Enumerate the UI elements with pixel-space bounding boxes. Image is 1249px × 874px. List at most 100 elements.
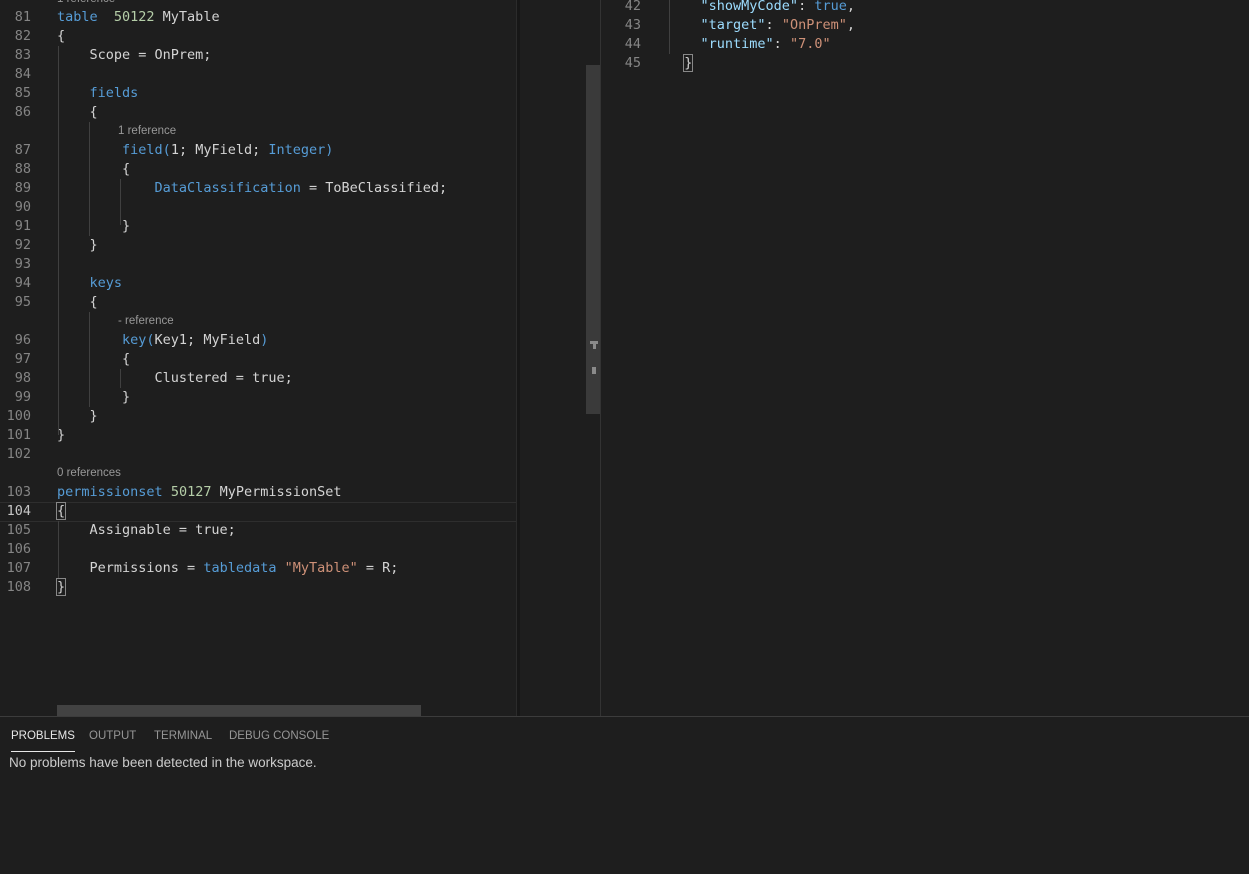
line-number: 107: [6, 560, 31, 576]
code-text: {: [57, 293, 98, 312]
line-number: 92: [14, 237, 31, 253]
code-line[interactable]: 44 "runtime": "7.0": [520, 35, 1249, 54]
code-line[interactable]: 103 permissionset 50127 MyPermissionSet: [0, 483, 516, 502]
line-number: 91: [14, 218, 31, 234]
code-line[interactable]: 45 }: [520, 54, 1249, 73]
line-number: 96: [14, 332, 31, 348]
line-number: 94: [14, 275, 31, 291]
code-token: :: [765, 17, 782, 33]
left-editor[interactable]: 81 table 50122 MyTable 82 {83 Scope = OnPre…: [0, 0, 516, 716]
tab-problems[interactable]: PROBLEMS: [11, 717, 75, 752]
code-token: "target": [700, 17, 766, 33]
line-number: 84: [14, 66, 31, 82]
code-token: }: [57, 237, 98, 253]
code-token: permissionset: [57, 484, 163, 500]
code-line[interactable]: 82 {: [0, 27, 516, 46]
code-token: Permissions =: [57, 560, 204, 576]
code-lens-references[interactable]: 1 reference: [118, 122, 176, 141]
line-number: 45: [624, 55, 641, 71]
right-editor[interactable]: 42 "showMyCode": true, 43 "target": "OnPr…: [520, 0, 1249, 716]
code-line[interactable]: 89 DataClassification = ToBeClassified;: [0, 179, 516, 198]
code-token: true: [814, 0, 847, 14]
code-text: }: [57, 388, 130, 407]
code-line[interactable]: 42 "showMyCode": true,: [520, 0, 1249, 16]
code-token: = R;: [357, 560, 399, 576]
code-text: Clustered = true;: [57, 369, 293, 388]
code-token: Assignable = true;: [57, 522, 236, 538]
code-line[interactable]: 100 }: [0, 407, 516, 426]
code-line[interactable]: 106: [0, 540, 516, 559]
code-token: {: [57, 104, 98, 120]
line-number: 104: [6, 503, 31, 519]
code-token: }: [57, 389, 131, 405]
code-text: field(1; MyField; Integer): [57, 141, 333, 160]
code-text: DataClassification = ToBeClassified;: [57, 179, 448, 198]
code-line[interactable]: 97 {: [0, 350, 516, 369]
line-number: 101: [6, 427, 31, 443]
code-token: ,: [846, 17, 855, 33]
code-line[interactable]: 43 "target": "OnPrem",: [520, 16, 1249, 35]
line-number: 90: [14, 199, 31, 215]
code-line[interactable]: 84: [0, 65, 516, 84]
code-line[interactable]: 81 table 50122 MyTable: [0, 8, 516, 27]
code-text: keys: [57, 274, 123, 293]
code-token: fields: [89, 85, 139, 101]
code-token: Clustered = true;: [57, 370, 293, 386]
line-number: 108: [6, 579, 31, 595]
code-line[interactable]: 88 {: [0, 160, 516, 179]
code-line[interactable]: 96 key(Key1; MyField): [0, 331, 516, 350]
tab-terminal[interactable]: TERMINAL: [154, 717, 212, 752]
horizontal-scrollbar[interactable]: [57, 705, 421, 716]
indent-guide: [89, 122, 90, 236]
code-line[interactable]: 98 Clustered = true;: [0, 369, 516, 388]
code-line[interactable]: 99 }: [0, 388, 516, 407]
code-token: tabledata: [203, 560, 277, 576]
code-token: :: [798, 0, 815, 14]
code-lens-references[interactable]: - reference: [118, 312, 174, 331]
code-token: {: [57, 161, 131, 177]
code-line[interactable]: 90: [0, 198, 516, 217]
code-token: "OnPrem": [781, 17, 847, 33]
code-text: Assignable = true;: [57, 521, 236, 540]
code-lens-references[interactable]: 1 reference: [57, 0, 115, 9]
line-number: 98: [14, 370, 31, 386]
code-text: {: [57, 27, 65, 46]
code-token: table: [57, 9, 98, 25]
code-line[interactable]: 95 {: [0, 293, 516, 312]
code-line[interactable]: 91 }: [0, 217, 516, 236]
code-line[interactable]: 93: [0, 255, 516, 274]
code-line[interactable]: 83 Scope = OnPrem;: [0, 46, 516, 65]
code-line[interactable]: 92 }: [0, 236, 516, 255]
code-line[interactable]: 105 Assignable = true;: [0, 521, 516, 540]
minimap[interactable]: [586, 0, 601, 716]
line-number: 85: [14, 85, 31, 101]
code-line[interactable]: 104 {: [0, 502, 516, 521]
code-lens-references[interactable]: 0 references: [57, 464, 121, 483]
code-line[interactable]: 108}: [0, 578, 516, 597]
minimap-marker: [592, 367, 596, 374]
line-number: 95: [14, 294, 31, 310]
code-text: }: [55, 578, 67, 597]
code-line[interactable]: 107 Permissions = tabledata "MyTable" = …: [0, 559, 516, 578]
code-token: "showMyCode": [700, 0, 799, 14]
code-token: }: [57, 408, 98, 424]
code-line[interactable]: 87 field(1; MyField; Integer): [0, 141, 516, 160]
tab-output[interactable]: OUTPUT: [89, 717, 136, 752]
line-number: 42: [624, 0, 641, 14]
code-token: = ToBeClassified;: [300, 180, 448, 196]
tab-debug-console[interactable]: DEBUG CONSOLE: [229, 717, 329, 752]
line-number: 87: [14, 142, 31, 158]
code-line[interactable]: 85 fields: [0, 84, 516, 103]
code-text: table 50122 MyTable: [57, 8, 220, 27]
code-line[interactable]: 94 keys: [0, 274, 516, 293]
code-line[interactable]: 86 {: [0, 103, 516, 122]
code-token: keys: [89, 275, 123, 291]
code-line[interactable]: 101}: [0, 426, 516, 445]
code-line[interactable]: 102: [0, 445, 516, 464]
code-text: {: [55, 502, 67, 521]
